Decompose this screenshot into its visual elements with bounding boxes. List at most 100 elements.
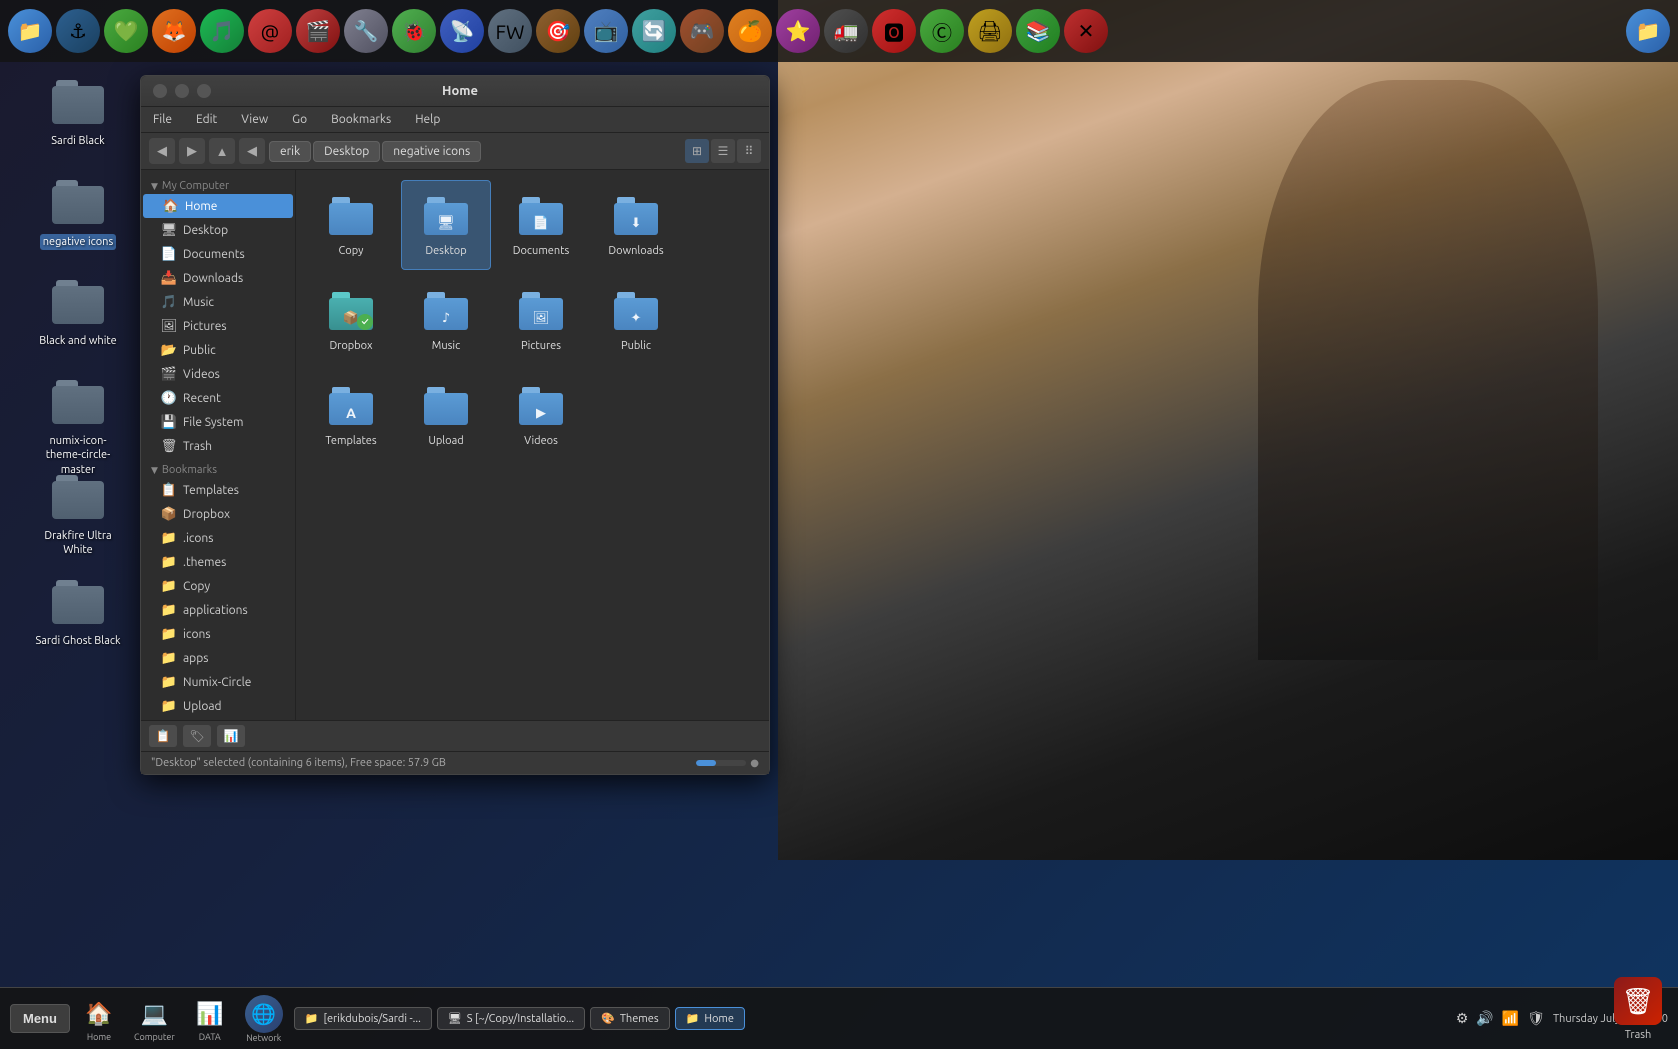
desktop-icon-drakfire[interactable]: Drakfire Ultra White xyxy=(28,465,128,562)
sidebar-section-bookmarks[interactable]: ▼ Bookmarks xyxy=(141,458,295,478)
task-copy-install[interactable]: 🖥 S [~/Copy/Installatio... xyxy=(437,1007,585,1030)
panel-icon-tools[interactable]: 🔧 xyxy=(344,9,388,53)
panel-icon-star[interactable]: ⭐ xyxy=(776,9,820,53)
panel-icon-files[interactable]: 📁 xyxy=(8,9,52,53)
taskbar-dock-data[interactable]: 📊 DATA xyxy=(186,994,234,1044)
taskbar-dock-network[interactable]: 🌐 Network xyxy=(239,993,289,1045)
sidebar-item-templates[interactable]: 📋 Templates xyxy=(141,478,295,502)
task-themes[interactable]: 🎨 Themes xyxy=(590,1007,670,1030)
fm-back-button[interactable]: ◀ xyxy=(149,138,175,164)
sidebar-item-pictures[interactable]: 🖼 Pictures xyxy=(141,314,295,338)
start-menu-button[interactable]: Menu xyxy=(10,1004,70,1033)
tray-volume-icon[interactable]: 🔊 xyxy=(1476,1010,1493,1027)
panel-icon-anchor[interactable]: ⚓ xyxy=(56,9,100,53)
sidebar-item-dropbox[interactable]: 📦 Dropbox xyxy=(141,502,295,526)
panel-icon-signal[interactable]: 📡 xyxy=(440,9,484,53)
task-erikdubois[interactable]: 📁 [erikdubois/Sardi -... xyxy=(294,1007,432,1030)
sidebar-section-my-computer[interactable]: ▼ My Computer xyxy=(141,174,295,194)
panel-icon-film[interactable]: 🎯 xyxy=(536,9,580,53)
fm-list-view-button[interactable]: ☰ xyxy=(711,139,735,163)
desktop-icon-sardi-black[interactable]: Sardi Black xyxy=(28,70,128,152)
sidebar-item-dot-icons[interactable]: 📁 .icons xyxy=(141,526,295,550)
taskbar-dock-home[interactable]: 🏠 Home xyxy=(75,994,123,1044)
panel-icon-close[interactable]: ✕ xyxy=(1064,9,1108,53)
panel-icon-game[interactable]: 🎮 xyxy=(680,9,724,53)
fm-item-copy[interactable]: Copy xyxy=(306,180,396,270)
panel-icon-email[interactable]: @ xyxy=(248,9,292,53)
tray-settings-icon[interactable]: ⚙ xyxy=(1456,1010,1469,1027)
sidebar-item-public[interactable]: 📂 Public xyxy=(141,338,295,362)
fm-menu-view[interactable]: View xyxy=(237,111,272,128)
sidebar-item-icons[interactable]: 📁 icons xyxy=(141,622,295,646)
desktop-icon-black-white[interactable]: Black and white xyxy=(28,270,128,352)
taskbar-dock-computer[interactable]: 💻 Computer xyxy=(128,994,181,1044)
sidebar-item-dot-themes[interactable]: 📁 .themes xyxy=(141,550,295,574)
sidebar-item-applications[interactable]: 📁 applications xyxy=(141,598,295,622)
panel-icon-chrome[interactable]: Ⓒ xyxy=(920,9,964,53)
sidebar-item-upload[interactable]: 📁 Upload xyxy=(141,694,295,718)
fm-breadcrumb: erik Desktop negative icons xyxy=(269,141,681,162)
tray-security-icon[interactable]: 🛡 xyxy=(1527,1010,1545,1027)
fm-up-button[interactable]: ▲ xyxy=(209,138,235,164)
fm-maximize-button[interactable] xyxy=(197,84,211,98)
fm-breadcrumb-negative[interactable]: negative icons xyxy=(382,141,481,162)
desktop-icon-sardi-ghost[interactable]: Sardi Ghost Black xyxy=(28,570,128,652)
fm-bottom-btn-2[interactable]: 🏷 xyxy=(183,725,211,747)
panel-icon-print[interactable]: 🖨 xyxy=(968,9,1012,53)
fm-item-templates[interactable]: A Templates xyxy=(306,370,396,460)
panel-icon-spotify[interactable]: 🎵 xyxy=(200,9,244,53)
fm-forward-button[interactable]: ▶ xyxy=(179,138,205,164)
sidebar-item-filesystem[interactable]: 💾 File System xyxy=(141,410,295,434)
panel-icon-sync[interactable]: 🔄 xyxy=(632,9,676,53)
panel-icon-books[interactable]: 📚 xyxy=(1016,9,1060,53)
sidebar-item-music[interactable]: 🎵 Music xyxy=(141,290,295,314)
fm-history-button[interactable]: ◀ xyxy=(239,138,265,164)
panel-icon-truck[interactable]: 🚛 xyxy=(824,9,868,53)
fm-item-upload[interactable]: Upload xyxy=(401,370,491,460)
panel-icon-orange[interactable]: 🍊 xyxy=(728,9,772,53)
fm-close-button[interactable] xyxy=(153,84,167,98)
fm-item-documents[interactable]: 📄 Documents xyxy=(496,180,586,270)
panel-icon-firefox[interactable]: 🦊 xyxy=(152,9,196,53)
panel-icon-folder-right[interactable]: 📁 xyxy=(1626,9,1670,53)
sidebar-item-desktop[interactable]: 🖥 Desktop xyxy=(141,218,295,242)
panel-icon-opera[interactable]: 🅾 xyxy=(872,9,916,53)
panel-icon-health[interactable]: 💚 xyxy=(104,9,148,53)
fm-item-music[interactable]: ♪ Music xyxy=(401,275,491,365)
desktop-icon-negative-icons[interactable]: negative icons xyxy=(28,170,128,254)
sidebar-item-apps[interactable]: 📁 apps xyxy=(141,646,295,670)
fm-breadcrumb-erik[interactable]: erik xyxy=(269,141,311,162)
panel-icon-media[interactable]: 📺 xyxy=(584,9,628,53)
fm-menu-bookmarks[interactable]: Bookmarks xyxy=(327,111,395,128)
fm-menu-go[interactable]: Go xyxy=(288,111,311,128)
fm-item-public[interactable]: ✦ Public xyxy=(591,275,681,365)
fm-minimize-button[interactable] xyxy=(175,84,189,98)
trash-icon[interactable]: 🗑 xyxy=(1614,977,1662,1025)
sidebar-item-documents[interactable]: 📄 Documents xyxy=(141,242,295,266)
fm-item-desktop[interactable]: 🖥 Desktop xyxy=(401,180,491,270)
sidebar-item-trash[interactable]: 🗑 Trash xyxy=(141,434,295,458)
fm-menu-file[interactable]: File xyxy=(149,111,176,128)
sidebar-item-downloads[interactable]: 📥 Downloads xyxy=(141,266,295,290)
fm-item-downloads[interactable]: ⬇ Downloads xyxy=(591,180,681,270)
sidebar-item-copy[interactable]: 📁 Copy xyxy=(141,574,295,598)
tray-network-icon[interactable]: 📶 xyxy=(1502,1010,1519,1027)
sidebar-item-recent[interactable]: 🕐 Recent xyxy=(141,386,295,410)
fm-item-dropbox[interactable]: 📦 ✓ Dropbox xyxy=(306,275,396,365)
sidebar-item-videos[interactable]: 🎬 Videos xyxy=(141,362,295,386)
panel-icon-cinema[interactable]: 🎬 xyxy=(296,9,340,53)
task-home[interactable]: 📁 Home xyxy=(675,1007,745,1030)
panel-icon-fw[interactable]: FW xyxy=(488,9,532,53)
fm-compact-view-button[interactable]: ⠿ xyxy=(737,139,761,163)
panel-icon-bug[interactable]: 🐞 xyxy=(392,9,436,53)
fm-bottom-btn-3[interactable]: 📊 xyxy=(217,725,245,747)
fm-item-videos[interactable]: ▶ Videos xyxy=(496,370,586,460)
sidebar-item-home[interactable]: 🏠 Home xyxy=(143,194,293,218)
fm-breadcrumb-desktop[interactable]: Desktop xyxy=(313,141,380,162)
fm-bottom-btn-1[interactable]: 📋 xyxy=(149,725,177,747)
fm-item-pictures[interactable]: 🖼 Pictures xyxy=(496,275,586,365)
fm-icon-view-button[interactable]: ⊞ xyxy=(685,139,709,163)
sidebar-item-numix[interactable]: 📁 Numix-Circle xyxy=(141,670,295,694)
fm-menu-edit[interactable]: Edit xyxy=(192,111,221,128)
fm-menu-help[interactable]: Help xyxy=(411,111,444,128)
